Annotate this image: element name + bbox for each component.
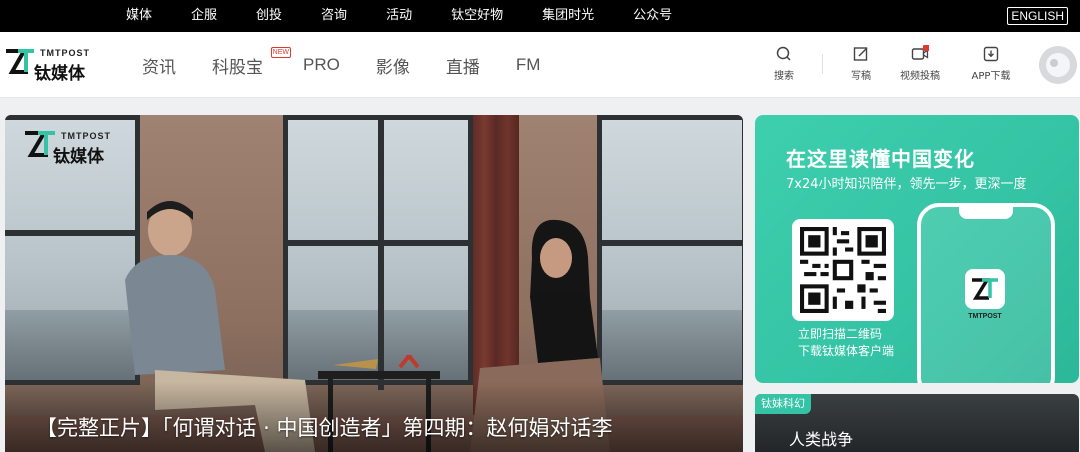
- top-links: 媒体 企服 创投 咨询 活动 钛空好物 集团时光 公众号: [126, 0, 711, 32]
- promo-subtitle: 7x24小时知识陪伴，领先一步，更深一度: [786, 177, 1027, 192]
- main-nav: TMTPOST 钛媒体 资讯 科股宝 NEW PRO 影像 直播 FM 搜索 写…: [0, 32, 1080, 98]
- video-camera-icon: [911, 45, 929, 60]
- top-link-enterprise[interactable]: 企服: [191, 0, 217, 32]
- watermark-logo-icon: [25, 131, 55, 157]
- nav-item-kegubao[interactable]: 科股宝 NEW: [212, 46, 291, 78]
- top-link-media[interactable]: 媒体: [126, 0, 152, 32]
- write-tool[interactable]: 写稿: [831, 45, 891, 82]
- app-icon: [965, 269, 1005, 309]
- search-label: 搜索: [774, 71, 794, 82]
- app-download-tool[interactable]: APP下载: [961, 45, 1021, 82]
- app-logo-icon: [972, 278, 998, 300]
- top-link-wechat[interactable]: 公众号: [633, 0, 672, 32]
- search-icon: [776, 46, 791, 61]
- scan-instructions: 立即扫描二维码 下载钛媒体客户端: [798, 326, 894, 360]
- hero-caption[interactable]: 【完整正片】「何谓对话 · 中国创造者」第四期：赵何娟对话李: [36, 412, 613, 442]
- logo-text-cn: 钛媒体: [34, 64, 85, 84]
- category-tag: 钛妹科幻: [755, 394, 811, 414]
- video-upload-label: 视频投稿: [900, 71, 940, 82]
- scifi-card[interactable]: 钛妹科幻 人类战争: [755, 394, 1079, 452]
- logo-text-en: TMTPOST: [40, 48, 90, 58]
- site-logo[interactable]: TMTPOST 钛媒体: [4, 44, 90, 84]
- top-link-goods[interactable]: 钛空好物: [451, 0, 503, 32]
- top-link-venture[interactable]: 创投: [256, 0, 282, 32]
- user-avatar-icon: [1039, 46, 1077, 84]
- top-link-consulting[interactable]: 咨询: [321, 0, 347, 32]
- nav-item-live[interactable]: 直播: [446, 53, 480, 78]
- hero-watermark-logo: TMTPOST 钛媒体: [21, 125, 113, 167]
- nav-item-video[interactable]: 影像: [376, 53, 410, 78]
- top-link-events[interactable]: 活动: [386, 0, 412, 32]
- app-name: TMTPOST: [968, 313, 1002, 320]
- scan-line-2: 下载钛媒体客户端: [798, 344, 895, 358]
- app-download-label: APP下载: [971, 71, 1011, 82]
- nav-item-kegubao-label: 科股宝: [212, 57, 263, 78]
- qr-code-icon: [800, 227, 886, 313]
- nav-items: 资讯 科股宝 NEW PRO 影像 直播 FM: [142, 32, 576, 98]
- logo-mark-icon: [6, 49, 34, 74]
- hero-video-card[interactable]: TMTPOST 钛媒体 【完整正片】「何谓对话 · 中国创造者」第四期：赵何娟对…: [5, 115, 743, 452]
- video-upload-tool[interactable]: 视频投稿: [890, 45, 950, 82]
- write-label: 写稿: [851, 71, 871, 82]
- nav-item-news[interactable]: 资讯: [142, 53, 176, 78]
- avatar[interactable]: [1039, 46, 1077, 84]
- top-link-group[interactable]: 集团时光: [542, 0, 594, 32]
- watermark-text-cn: 钛媒体: [53, 147, 104, 167]
- scifi-card-title: 人类战争: [789, 430, 854, 449]
- app-promo-card: 在这里读懂中国变化 7x24小时知识陪伴，领先一步，更深一度 立即扫描二维码 下…: [755, 115, 1079, 383]
- tools-divider: [822, 54, 823, 74]
- watermark-text-en: TMTPOST: [61, 131, 111, 141]
- nav-item-pro[interactable]: PRO: [303, 55, 340, 75]
- english-button[interactable]: ENGLISH: [1007, 7, 1068, 25]
- search-tool[interactable]: 搜索: [754, 45, 814, 82]
- new-badge: NEW: [270, 46, 291, 58]
- nav-item-fm[interactable]: FM: [516, 55, 541, 75]
- edit-icon: [853, 47, 868, 61]
- phone-illustration: TMTPOST: [917, 203, 1055, 383]
- download-icon: [983, 46, 999, 62]
- scan-line-1: 立即扫描二维码: [798, 327, 883, 341]
- promo-title: 在这里读懂中国变化: [786, 147, 975, 171]
- top-bar: 媒体 企服 创投 咨询 活动 钛空好物 集团时光 公众号 ENGLISH: [0, 0, 1080, 32]
- qr-code: [792, 219, 894, 321]
